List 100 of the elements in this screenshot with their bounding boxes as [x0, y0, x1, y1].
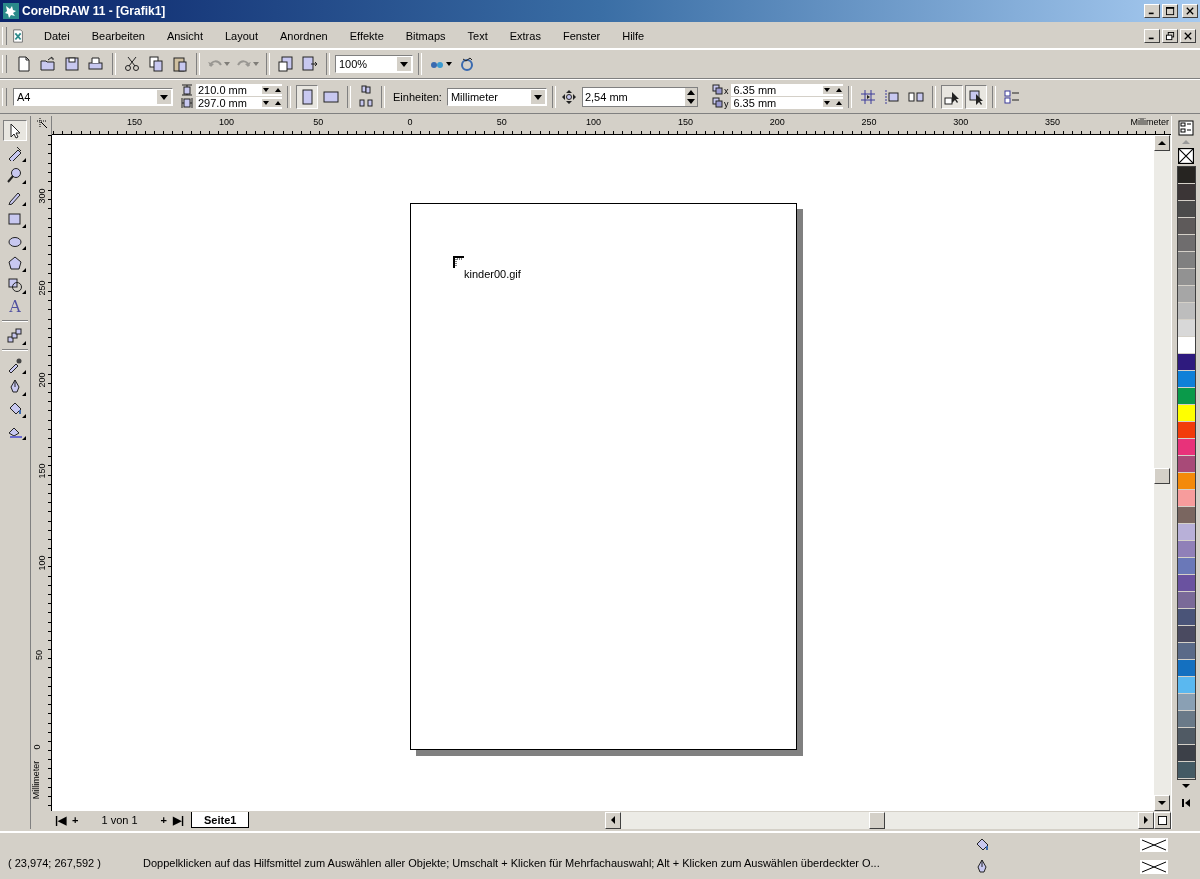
color-swatch[interactable] [1177, 405, 1195, 422]
color-swatch[interactable] [1177, 235, 1195, 252]
folder-icon [40, 56, 56, 72]
ruler-label: 100 [36, 555, 47, 571]
zoom-level-dropdown[interactable]: 100% [335, 55, 413, 73]
page-tab[interactable]: Seite1 [191, 812, 250, 828]
select-filled-button[interactable] [941, 84, 964, 109]
color-swatch[interactable] [1177, 303, 1195, 320]
menu-item[interactable]: Datei [37, 30, 77, 42]
color-swatch[interactable] [1177, 575, 1195, 592]
color-swatch[interactable] [1177, 490, 1195, 507]
minimize-button[interactable] [1144, 4, 1160, 18]
color-swatch[interactable] [1177, 711, 1195, 728]
color-swatch[interactable] [1177, 456, 1195, 473]
menu-item[interactable]: Bitmaps [398, 30, 453, 42]
color-swatch[interactable] [1177, 762, 1195, 779]
document-close-button[interactable] [1180, 29, 1196, 43]
spin-arrows-icon [684, 87, 697, 106]
paper-size-dropdown[interactable]: A4 [13, 87, 173, 106]
color-swatch[interactable] [1177, 371, 1195, 388]
color-swatch[interactable] [1177, 558, 1195, 575]
page-width-field[interactable]: 210.0 mm [196, 84, 282, 96]
color-swatch[interactable] [1177, 201, 1195, 218]
color-swatch[interactable] [1177, 524, 1195, 541]
menu-item[interactable]: Bearbeiten [84, 30, 152, 42]
color-swatch[interactable] [1177, 541, 1195, 558]
document-icon[interactable] [11, 29, 25, 43]
color-swatch[interactable] [1177, 745, 1195, 762]
color-swatch[interactable] [1177, 167, 1195, 184]
color-swatch[interactable] [1177, 422, 1195, 439]
flyout-corner-icon [22, 341, 26, 345]
arrow-cursor-tool-button[interactable] [3, 120, 27, 141]
scroll-up-button[interactable] [1154, 135, 1170, 151]
color-swatch[interactable] [1177, 320, 1195, 337]
menu-item[interactable]: Layout [218, 30, 265, 42]
scroll-down-button[interactable] [1154, 795, 1170, 811]
color-swatch[interactable] [1177, 337, 1195, 354]
menu-item[interactable]: Anordnen [273, 30, 335, 42]
page-height-icon [181, 97, 193, 109]
color-swatch[interactable] [1177, 473, 1195, 490]
vertical-scrollbar[interactable] [1154, 135, 1171, 811]
bitmap-corner-marker[interactable] [453, 256, 465, 268]
portrait-page-button[interactable] [296, 84, 318, 109]
palette-scroll-down-icon[interactable] [1181, 782, 1191, 790]
drawing-canvas[interactable]: kinder00.gif [52, 135, 1154, 811]
no-color-swatch[interactable] [1178, 148, 1194, 164]
units-dropdown[interactable]: Millimeter [446, 87, 547, 106]
eyedropper-icon [7, 356, 23, 373]
select-outline-button[interactable] [965, 84, 988, 109]
navigator-button[interactable] [1154, 811, 1171, 829]
nudge-distance-field[interactable]: 2,54 mm [581, 86, 698, 107]
document-restore-button[interactable] [1162, 29, 1178, 43]
close-button[interactable] [1182, 4, 1198, 18]
blend-icon [7, 327, 23, 344]
no-fill-swatch[interactable] [1140, 838, 1168, 852]
color-swatch[interactable] [1177, 439, 1195, 456]
no-outline-swatch[interactable] [1140, 860, 1168, 874]
menu-item[interactable]: Hilfe [615, 30, 652, 42]
color-swatch[interactable] [1177, 507, 1195, 524]
color-swatch[interactable] [1177, 626, 1195, 643]
window-title: CorelDRAW 11 - [Grafik1] [22, 4, 167, 18]
color-swatch[interactable] [1177, 728, 1195, 745]
caret-icon [253, 61, 259, 67]
duplicate-offset-x-field[interactable]: 6.35 mm [731, 84, 844, 96]
menu-item[interactable]: Ansicht [159, 30, 210, 42]
document-minimize-button[interactable] [1144, 29, 1160, 43]
ruler-label: 150 [126, 117, 144, 127]
scroll-left-button[interactable] [605, 811, 622, 829]
horizontal-scrollbar[interactable] [605, 811, 1154, 829]
color-swatch[interactable] [1177, 354, 1195, 371]
palette-end-icon[interactable] [1181, 798, 1191, 808]
select-outline-icon [968, 88, 985, 105]
flyout-corner-icon [22, 268, 26, 272]
page-counter: 1 von 1 [100, 814, 139, 826]
maximize-button[interactable] [1162, 4, 1178, 18]
page-height-field[interactable]: 297.0 mm [196, 97, 282, 109]
color-swatch[interactable] [1177, 388, 1195, 405]
color-swatch[interactable] [1177, 643, 1195, 660]
color-swatch[interactable] [1177, 609, 1195, 626]
flyout-corner-icon [22, 246, 26, 250]
list-icon [1004, 88, 1021, 105]
color-swatch[interactable] [1177, 660, 1195, 677]
color-swatch[interactable] [1177, 694, 1195, 711]
color-swatch[interactable] [1177, 677, 1195, 694]
scroll-right-button[interactable] [1138, 811, 1154, 829]
duplicate-offset-y-field[interactable]: 6.35 mm [731, 97, 844, 109]
color-swatch[interactable] [1177, 252, 1195, 269]
menu-item[interactable]: Fenster [555, 30, 608, 42]
scrollbar-thumb[interactable] [869, 811, 886, 829]
scrollbar-thumb[interactable] [1154, 468, 1170, 484]
menu-item[interactable]: Text [460, 30, 495, 42]
current-page-button[interactable] [356, 97, 376, 109]
color-swatch[interactable] [1177, 592, 1195, 609]
menu-item[interactable]: Effekte [342, 30, 391, 42]
color-swatch[interactable] [1177, 218, 1195, 235]
menu-item[interactable]: Extras [502, 30, 548, 42]
color-swatch[interactable] [1177, 286, 1195, 303]
color-swatch[interactable] [1177, 184, 1195, 201]
color-swatch[interactable] [1177, 269, 1195, 286]
palette-options-icon[interactable] [1178, 120, 1194, 136]
